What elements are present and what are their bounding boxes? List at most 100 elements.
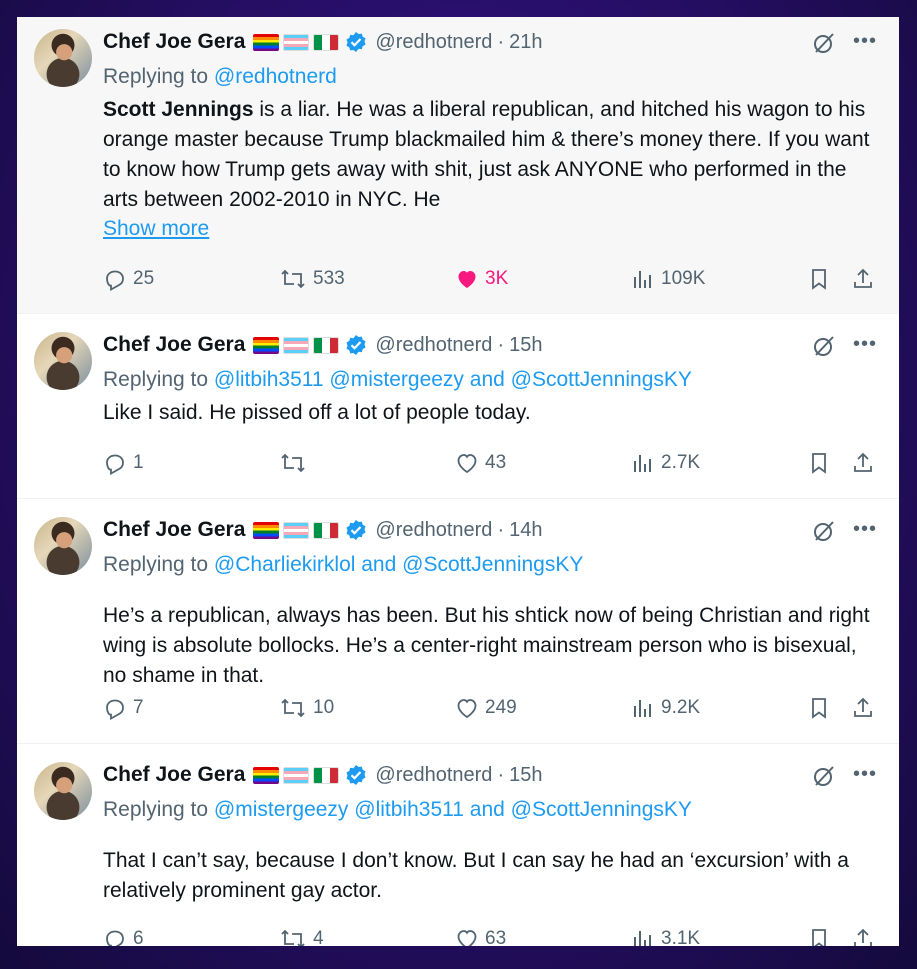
bookmark-icon[interactable]: [807, 693, 831, 723]
share-icon[interactable]: [851, 264, 875, 294]
repost-icon: [281, 269, 305, 289]
author-handle[interactable]: @redhotnerd: [375, 764, 492, 787]
share-icon[interactable]: [851, 693, 875, 723]
author-handle[interactable]: @redhotnerd: [375, 519, 492, 542]
rainbow-flag-icon: [253, 336, 280, 354]
mention-text[interactable]: Scott Jennings: [103, 98, 254, 121]
verified-badge-icon: [346, 520, 366, 540]
replying-to-link[interactable]: @redhotnerd: [214, 65, 337, 88]
share-icon[interactable]: [851, 924, 875, 946]
tweet-text: That I can’t say, because I don’t know. …: [103, 849, 849, 902]
grok-icon[interactable]: [812, 31, 836, 55]
italy-flag-icon: [313, 336, 340, 354]
tweet-header: Chef Joe Gera @redhotnerd · 14h: [103, 517, 542, 543]
replying-to-link[interactable]: @Charliekirklol and @ScottJenningsKY: [214, 553, 583, 576]
replying-to: Replying to @litbih3511 @mistergeezy and…: [103, 368, 692, 392]
bookmark-icon[interactable]: [807, 264, 831, 294]
reply-icon: [106, 930, 124, 946]
tweet[interactable]: Chef Joe Gera @redhotnerd · 15h ••• Repl…: [17, 314, 899, 499]
like-button[interactable]: 43: [455, 448, 506, 478]
reply-button[interactable]: 7: [103, 693, 144, 723]
like-icon: [457, 454, 477, 474]
more-icon[interactable]: •••: [853, 764, 877, 789]
repost-button[interactable]: 10: [279, 693, 334, 723]
trans-flag-icon: [283, 521, 310, 539]
author-name[interactable]: Chef Joe Gera: [103, 30, 245, 54]
replying-to-link[interactable]: @litbih3511 @mistergeezy and @ScottJenni…: [214, 368, 692, 391]
rainbow-flag-icon: [253, 766, 280, 784]
reply-button[interactable]: 25: [103, 264, 154, 294]
grok-icon[interactable]: [812, 519, 836, 543]
tweet-header: Chef Joe Gera @redhotnerd · 21h: [103, 29, 542, 55]
views-button[interactable]: 3.1K: [631, 924, 700, 946]
repost-button[interactable]: [279, 448, 313, 478]
tweet-text: Like I said. He pissed off a lot of peop…: [103, 401, 531, 424]
trans-flag-icon: [283, 33, 310, 51]
reply-count: 1: [133, 452, 144, 473]
tweet-header: Chef Joe Gera @redhotnerd · 15h: [103, 332, 542, 358]
italy-flag-icon: [313, 33, 340, 51]
grok-icon[interactable]: [812, 334, 836, 358]
verified-badge-icon: [346, 765, 366, 785]
timestamp[interactable]: 15h: [509, 764, 542, 787]
tweet[interactable]: Chef Joe Gera @redhotnerd · 15h ••• Repl…: [17, 744, 899, 946]
like-count: 43: [485, 452, 507, 473]
author-name[interactable]: Chef Joe Gera: [103, 518, 245, 542]
flag-emojis: [253, 33, 340, 51]
reply-button[interactable]: 6: [103, 924, 144, 946]
timestamp[interactable]: 15h: [509, 334, 542, 357]
repost-icon: [281, 929, 305, 946]
views-count: 3.1K: [661, 928, 701, 946]
like-icon: [457, 930, 477, 946]
separator-dot: ·: [497, 333, 505, 356]
replying-prefix: Replying to: [103, 368, 209, 391]
verified-badge-icon: [346, 32, 366, 52]
thread-card: Chef Joe Gera @redhotnerd · 21h ••• Repl…: [17, 17, 899, 946]
views-count: 109K: [661, 268, 706, 289]
rainbow-flag-icon: [253, 33, 280, 51]
avatar[interactable]: [34, 332, 92, 390]
tweet[interactable]: Chef Joe Gera @redhotnerd · 14h ••• Repl…: [17, 499, 899, 744]
views-button[interactable]: 109K: [631, 264, 705, 294]
author-name[interactable]: Chef Joe Gera: [103, 333, 245, 357]
tweet[interactable]: Chef Joe Gera @redhotnerd · 21h ••• Repl…: [17, 17, 899, 314]
like-button[interactable]: 249: [455, 693, 517, 723]
author-name[interactable]: Chef Joe Gera: [103, 763, 245, 787]
replying-prefix: Replying to: [103, 798, 209, 821]
repost-button[interactable]: 4: [279, 924, 324, 946]
replying-to-link[interactable]: @mistergeezy @litbih3511 and @ScottJenni…: [214, 798, 692, 821]
more-icon[interactable]: •••: [853, 519, 877, 544]
tweet-text: He’s a republican, always has been. But …: [103, 604, 870, 687]
repost-button[interactable]: 533: [279, 264, 345, 294]
bookmark-icon[interactable]: [807, 924, 831, 946]
more-icon[interactable]: •••: [853, 334, 877, 359]
like-button[interactable]: 63: [455, 924, 506, 946]
repost-count: 533: [313, 268, 345, 289]
share-icon[interactable]: [851, 448, 875, 478]
like-button[interactable]: 3K: [455, 264, 508, 294]
views-button[interactable]: 2.7K: [631, 448, 700, 478]
reply-count: 6: [133, 928, 144, 946]
reply-button[interactable]: 1: [103, 448, 144, 478]
author-handle[interactable]: @redhotnerd: [375, 31, 492, 54]
repost-count: 4: [313, 928, 324, 946]
avatar[interactable]: [34, 29, 92, 87]
reply-icon: [106, 699, 124, 720]
replying-to: Replying to @redhotnerd: [103, 65, 337, 89]
timestamp[interactable]: 21h: [509, 31, 542, 54]
avatar[interactable]: [34, 517, 92, 575]
separator-dot: ·: [497, 518, 505, 541]
reply-icon: [106, 454, 124, 475]
author-handle[interactable]: @redhotnerd: [375, 334, 492, 357]
like-icon: [458, 271, 476, 288]
show-more-link[interactable]: Show more: [103, 217, 209, 241]
replying-to: Replying to @mistergeezy @litbih3511 and…: [103, 798, 692, 822]
views-icon: [634, 271, 651, 288]
timestamp[interactable]: 14h: [509, 519, 542, 542]
avatar[interactable]: [34, 762, 92, 820]
more-icon[interactable]: •••: [853, 31, 877, 56]
grok-icon[interactable]: [812, 764, 836, 788]
views-button[interactable]: 9.2K: [631, 693, 700, 723]
tweet-text: Scott Jennings is a liar. He was a liber…: [103, 95, 883, 215]
bookmark-icon[interactable]: [807, 448, 831, 478]
